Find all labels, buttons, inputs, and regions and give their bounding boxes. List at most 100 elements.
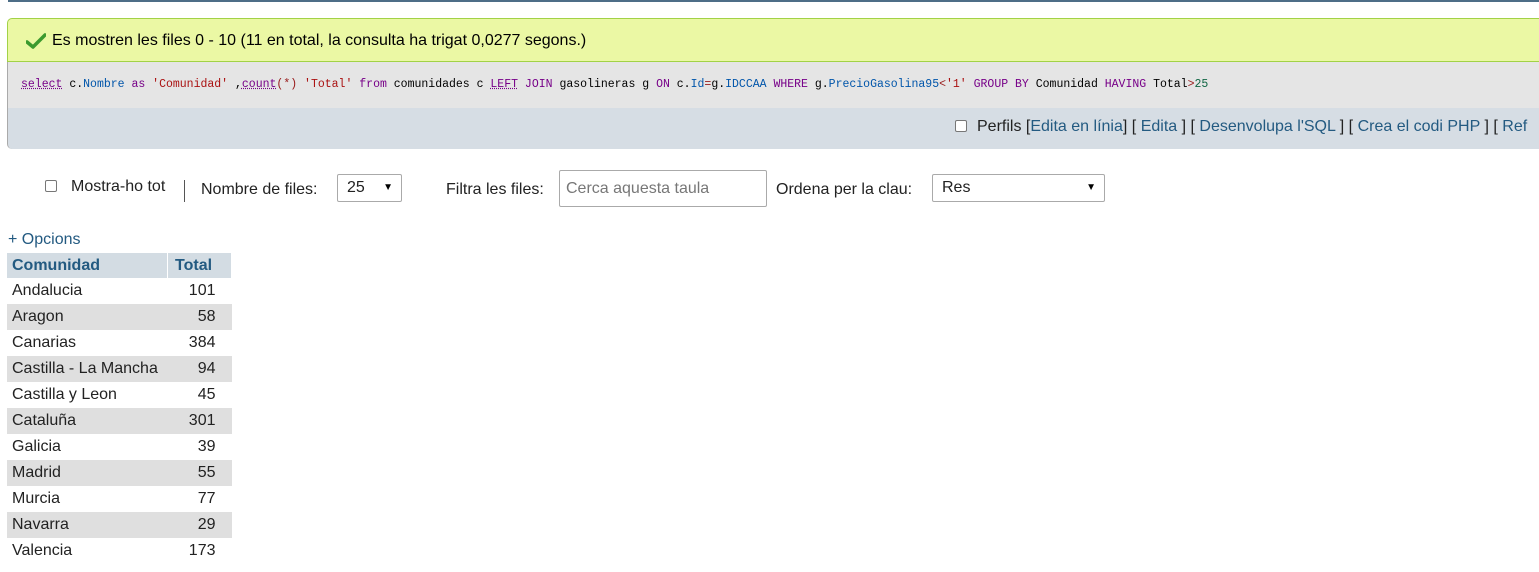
cell-total: 301 [167, 408, 232, 434]
refresh-link[interactable]: Ref [1502, 118, 1527, 135]
cell-total: 94 [167, 356, 232, 382]
sql-token: JOIN [518, 78, 560, 91]
checkmark-icon [26, 33, 46, 49]
bracket: ] [1181, 118, 1187, 135]
filter-rows-input[interactable] [559, 170, 767, 207]
sort-by-key-select[interactable]: Res ▼ [932, 174, 1105, 202]
column-header-total[interactable]: Total [167, 253, 232, 278]
table-row[interactable]: Castilla y Leon 45 [7, 382, 232, 408]
cell-total: 39 [167, 434, 232, 460]
sql-token: (*) [276, 78, 298, 91]
table-row[interactable]: Andalucia 101 [7, 278, 232, 304]
cell-total: 173 [167, 538, 232, 564]
sql-token: '1' [946, 78, 967, 91]
sql-token: c. [62, 78, 84, 91]
sql-token: Id [690, 78, 705, 91]
sql-token: IDCCAA [725, 78, 767, 91]
sql-token: < [939, 78, 946, 91]
bracket: [ [1493, 118, 1498, 135]
cell-total: 29 [167, 512, 232, 538]
profiling-label: Perfils [977, 118, 1022, 135]
sql-token: Total [1153, 78, 1188, 91]
sql-token: 25 [1194, 78, 1209, 91]
cell-comunidad: Madrid [7, 460, 168, 486]
sql-token: as [124, 78, 153, 91]
sql-token: gasolineras g [559, 78, 657, 91]
rows-label: Nombre de files: [201, 181, 318, 198]
cell-comunidad: Canarias [7, 330, 168, 356]
header-row: Comunidad Total [7, 253, 232, 278]
cell-comunidad: Murcia [7, 486, 168, 512]
filter-label: Filtra les files: [446, 181, 544, 198]
bracket: ] [1484, 118, 1489, 135]
cell-comunidad: Navarra [7, 512, 168, 538]
sql-token: Nombre [83, 78, 125, 91]
top-divider [8, 0, 1539, 2]
dropdown-arrow-icon: ▼ [383, 182, 393, 193]
sql-token: from [352, 78, 394, 91]
sql-token: GROUP BY [966, 78, 1036, 91]
cell-total: 384 [167, 330, 232, 356]
cell-total: 58 [167, 304, 232, 330]
table-row[interactable]: Navarra 29 [7, 512, 232, 538]
column-header-comunidad[interactable]: Comunidad [7, 253, 168, 278]
success-message-box: Es mostren les files 0 - 10 (11 en total… [7, 18, 1539, 62]
navigation-row: Mostra-ho tot Nombre de files: 25 ▼ Filt… [0, 168, 1200, 218]
sql-token: 'Total' [304, 78, 353, 91]
sort-label: Ordena per la clau: [776, 181, 913, 198]
show-all-control[interactable]: Mostra-ho tot [45, 178, 165, 196]
sql-token: LEFT [490, 78, 519, 91]
rows-per-page-select[interactable]: 25 ▼ [337, 174, 402, 202]
table-row[interactable]: Galicia 39 [7, 434, 232, 460]
bracket: [ [1131, 118, 1137, 135]
create-php-link[interactable]: Crea el codi PHP [1358, 118, 1480, 135]
cell-comunidad: Galicia [7, 434, 168, 460]
cell-comunidad: Castilla y Leon [7, 382, 168, 408]
show-all-label: Mostra-ho tot [71, 178, 166, 195]
nav-separator [184, 180, 185, 202]
sql-token: WHERE [766, 78, 815, 91]
sql-token: 'Comunidad' [152, 78, 229, 91]
table-row[interactable]: Castilla - La Mancha 94 [7, 356, 232, 382]
sql-token: g. [814, 78, 829, 91]
cell-comunidad: Andalucia [7, 278, 168, 304]
results-body: Andalucia 101 Aragon 58 Canarias 384 Castilla … [7, 278, 232, 564]
sql-token: count [241, 78, 277, 91]
sort-by-key-value: Res [942, 179, 971, 196]
table-row[interactable]: Murcia 77 [7, 486, 232, 512]
table-row[interactable]: Cataluña 301 [7, 408, 232, 434]
query-tools-bar: Perfils [ Edita en línia] [ Edita ] [ Des… [7, 108, 1539, 149]
cell-total: 45 [167, 382, 232, 408]
bracket: ] [1122, 118, 1128, 135]
show-all-checkbox[interactable] [45, 180, 57, 192]
sql-query-box: select c.Nombre as 'Comunidad' ,count(*)… [7, 62, 1539, 108]
profiling-checkbox[interactable] [955, 120, 967, 132]
sql-query-text: select c.Nombre as 'Comunidad' ,count(*)… [21, 62, 1208, 108]
bracket: [ [1190, 118, 1195, 135]
table-row[interactable]: Aragon 58 [7, 304, 232, 330]
sql-token: comunidades c [393, 78, 491, 91]
sql-token: PrecioGasolina95 [828, 78, 940, 91]
sql-token: ON [656, 78, 670, 91]
results-table: Comunidad Total Andalucia 101 Aragon 58 Cana… [7, 253, 232, 564]
cell-total: 101 [167, 278, 232, 304]
table-row[interactable]: Madrid 55 [7, 460, 232, 486]
success-message-text: Es mostren les files 0 - 10 (11 en total… [52, 32, 587, 49]
sql-token: select [21, 78, 63, 91]
table-row[interactable]: Valencia 173 [7, 538, 232, 564]
sql-token: , [228, 78, 242, 91]
dropdown-arrow-icon: ▼ [1086, 182, 1096, 193]
sql-token: g. [711, 78, 726, 91]
edit-link[interactable]: Edita [1141, 118, 1177, 135]
cell-total: 55 [167, 460, 232, 486]
rows-per-page-value: 25 [347, 179, 365, 196]
bracket: [ [1348, 118, 1354, 135]
cell-comunidad: Castilla - La Mancha [7, 356, 168, 382]
explain-sql-link[interactable]: Desenvolupa l'SQL [1199, 118, 1335, 135]
table-row[interactable]: Canarias 384 [7, 330, 232, 356]
sql-token: c. [669, 78, 691, 91]
sql-token: HAVING [1104, 78, 1154, 91]
options-link[interactable]: + Opcions [8, 231, 80, 249]
edit-inline-link[interactable]: Edita en línia [1030, 118, 1123, 135]
